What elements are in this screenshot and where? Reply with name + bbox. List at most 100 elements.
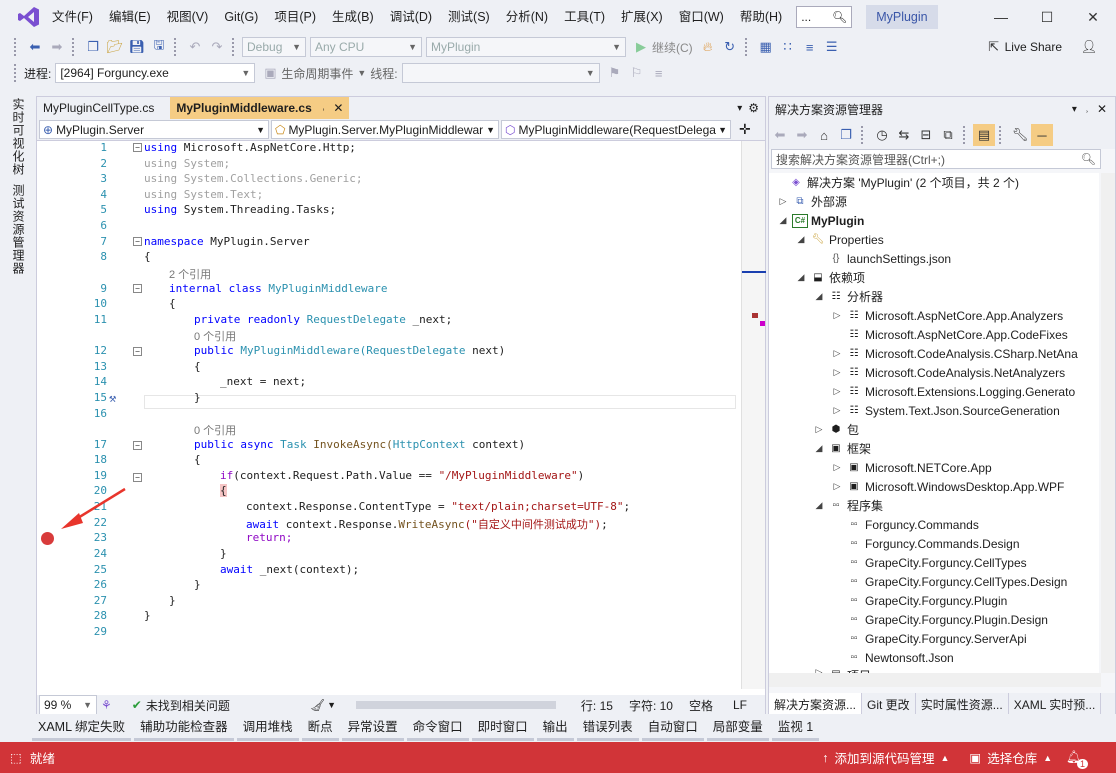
tab-solution-explorer[interactable]: 解决方案资源...	[769, 693, 863, 715]
show-all-files-icon[interactable]: ⧉	[937, 124, 959, 146]
tree-node-project[interactable]: ◢ C# MyPlugin	[777, 211, 864, 230]
thread-flag-icon[interactable]: ⚐	[626, 62, 648, 84]
format-icon[interactable]: ∷	[777, 36, 799, 58]
tab-exception-settings[interactable]: 异常设置	[341, 716, 404, 741]
save-icon[interactable]: 💾︎	[126, 36, 148, 58]
tab-error-list[interactable]: 错误列表	[576, 716, 639, 741]
open-folder-icon[interactable]: 📂︎	[104, 36, 126, 58]
tab-call-stack[interactable]: 调用堆栈	[236, 716, 299, 741]
tree-node-packages[interactable]: ▷ ⬢ 包	[813, 420, 859, 439]
menu-view[interactable]: 视图(V)	[159, 0, 217, 34]
tree-node-assemblies[interactable]: ◢ ▫▫ 程序集	[813, 496, 883, 515]
minimize-icon[interactable]: —	[978, 0, 1024, 34]
continue-button[interactable]: 继续(C)	[652, 39, 693, 56]
hot-reload-icon[interactable]: 🔥︎	[697, 36, 719, 58]
process-dropdown[interactable]: [2964] Forguncy.exe ▼	[55, 63, 256, 83]
fold-toggle[interactable]: −	[133, 237, 142, 246]
line-ending-indicator[interactable]: LF	[733, 698, 747, 712]
thread-dropdown[interactable]: ▼	[401, 63, 600, 83]
menu-file[interactable]: 文件(F)	[44, 0, 101, 34]
home-icon[interactable]: ⌂	[813, 124, 835, 146]
tree-node-analyzer[interactable]: ▷ ☷ Microsoft.CodeAnalysis.NetAnalyzers	[831, 363, 1066, 382]
menu-analyze[interactable]: 分析(N)	[498, 0, 556, 34]
pin-icon[interactable]: ˒	[322, 102, 326, 114]
properties-icon[interactable]: 🔧︎	[1009, 124, 1031, 146]
tree-node-assembly[interactable]: ▫▫ Forguncy.Commands.Design	[843, 534, 1019, 553]
live-share-button[interactable]: Live Share	[1005, 40, 1062, 54]
tab-immediate-window[interactable]: 即时窗口	[471, 716, 534, 741]
new-item-icon[interactable]: ❐	[82, 36, 104, 58]
tree-node-analyzer[interactable]: ▷ ☷ Microsoft.AspNetCore.App.Analyzers	[831, 306, 1064, 325]
flag-icon[interactable]: ⚑	[604, 62, 626, 84]
maximize-icon[interactable]: ☐	[1024, 0, 1070, 34]
tree-node-assembly[interactable]: ▫▫ GrapeCity.Forguncy.Plugin	[843, 591, 1007, 610]
tab-autos[interactable]: 自动窗口	[641, 716, 704, 741]
tree-scrollbar[interactable]	[1101, 173, 1115, 673]
back-icon[interactable]: ⬅︎	[24, 36, 46, 58]
solution-search-input[interactable]: 搜索解决方案资源管理器(Ctrl+;) 🔍︎	[771, 149, 1101, 169]
fold-toggle[interactable]: −	[133, 473, 142, 482]
redo-icon[interactable]: ↷	[206, 36, 228, 58]
sync-icon[interactable]: ⇆	[893, 124, 915, 146]
code-area[interactable]: 1 2 3 4 5 6 7 8 9 10 11 12 13 14 15 16 17 18 19 20 21 22 23 24 2…	[37, 141, 741, 689]
notifications-icon[interactable]: 🔔︎ 1	[1066, 750, 1088, 769]
issues-status[interactable]: 未找到相关问题	[146, 697, 230, 714]
undo-icon[interactable]: ↶	[184, 36, 206, 58]
tree-node-properties[interactable]: ◢ 🔧︎ Properties	[795, 230, 884, 249]
back-icon[interactable]: ⬅︎	[769, 124, 791, 146]
lifecycle-icon[interactable]: ▣	[259, 62, 281, 84]
restart-icon[interactable]: ↻	[719, 36, 741, 58]
startup-project-dropdown[interactable]: MyPlugin ▼	[426, 37, 626, 57]
menu-tools[interactable]: 工具(T)	[556, 0, 613, 34]
tab-accessibility-checker[interactable]: 辅助功能检查器	[134, 716, 234, 741]
menu-git[interactable]: Git(G)	[216, 0, 266, 34]
lifecycle-events-button[interactable]: 生命周期事件	[281, 65, 353, 82]
cleanup-icon[interactable]: 🧹︎	[310, 698, 325, 712]
codelens-references[interactable]: 2 个引用	[169, 266, 211, 282]
tab-git-changes[interactable]: Git 更改	[862, 693, 916, 715]
pending-changes-icon[interactable]: ◷	[871, 124, 893, 146]
tree-node-assembly[interactable]: ▫▫ GrapeCity.Forguncy.CellTypes	[843, 553, 1026, 572]
toolbox-icon[interactable]: ▦	[755, 36, 777, 58]
close-tab-icon[interactable]: ✕	[333, 101, 343, 115]
codelens-references[interactable]: 0 个引用	[194, 422, 236, 438]
comment-icon[interactable]: ≡	[799, 36, 821, 58]
line-indicator[interactable]: 行: 15	[581, 697, 613, 714]
tree-node-assembly[interactable]: ▫▫ GrapeCity.Forguncy.Plugin.Design	[843, 610, 1048, 629]
tree-node-analyzers[interactable]: ◢ ☷ 分析器	[813, 287, 883, 306]
fold-toggle[interactable]: −	[133, 143, 142, 152]
menu-help[interactable]: 帮助(H)	[732, 0, 790, 34]
tree-node-assembly[interactable]: ▫▫ Newtonsoft.Json	[843, 648, 953, 667]
zoom-dropdown[interactable]: 99 % ▼	[39, 695, 97, 715]
tab-locals[interactable]: 局部变量	[706, 716, 769, 741]
platform-dropdown[interactable]: Any CPU ▼	[310, 37, 422, 57]
fold-toggle[interactable]: −	[133, 441, 142, 450]
vertical-scrollbar[interactable]	[741, 141, 766, 689]
tab-output[interactable]: 输出	[536, 716, 574, 741]
chevron-down-icon[interactable]: ▾	[1072, 104, 1077, 115]
tab-live-property-explorer[interactable]: 实时属性资源...	[916, 693, 1009, 715]
tree-node-analyzer[interactable]: ▷ ☷ Microsoft.CodeAnalysis.CSharp.NetAna	[831, 344, 1078, 363]
menu-project[interactable]: 项目(P)	[266, 0, 324, 34]
quick-actions-icon[interactable]: ⚒	[109, 391, 116, 405]
tab-xaml-binding-failures[interactable]: XAML 绑定失败	[32, 716, 132, 741]
member-nav-dropdown[interactable]: ⬡ MyPluginMiddleware(RequestDelega ▼	[501, 120, 731, 139]
breakpoint-icon[interactable]	[41, 532, 54, 545]
filter-icon[interactable]: ▤	[973, 124, 995, 146]
horizontal-scrollbar[interactable]	[356, 701, 556, 709]
tree-node-assembly[interactable]: ▫▫ Forguncy.Commands	[843, 515, 978, 534]
save-all-icon[interactable]: 🖫︎	[148, 36, 170, 58]
collapse-all-icon[interactable]: ⊟	[915, 124, 937, 146]
menu-window[interactable]: 窗口(W)	[671, 0, 732, 34]
split-icon[interactable]: ✛	[739, 121, 751, 138]
tab-mypluginceltype[interactable]: MyPluginCellType.cs	[37, 97, 160, 119]
test-explorer-tab[interactable]: 测试资源管理器	[10, 184, 27, 275]
tree-node-external[interactable]: ▷ ⧉ 外部源	[777, 192, 847, 211]
tree-node-framework[interactable]: ▷ ▣ Microsoft.NETCore.App	[831, 458, 992, 477]
stack-icon[interactable]: ≡	[648, 62, 670, 84]
tree-node-analyzer[interactable]: ☷ Microsoft.AspNetCore.App.CodeFixes	[843, 325, 1068, 344]
play-icon[interactable]: ▶	[630, 36, 652, 58]
tab-xaml-live-preview[interactable]: XAML 实时预...	[1009, 693, 1102, 715]
tree-node-frameworks[interactable]: ◢ ▣ 框架	[813, 439, 871, 458]
intellicode-icon[interactable]: ⚘	[101, 698, 112, 712]
